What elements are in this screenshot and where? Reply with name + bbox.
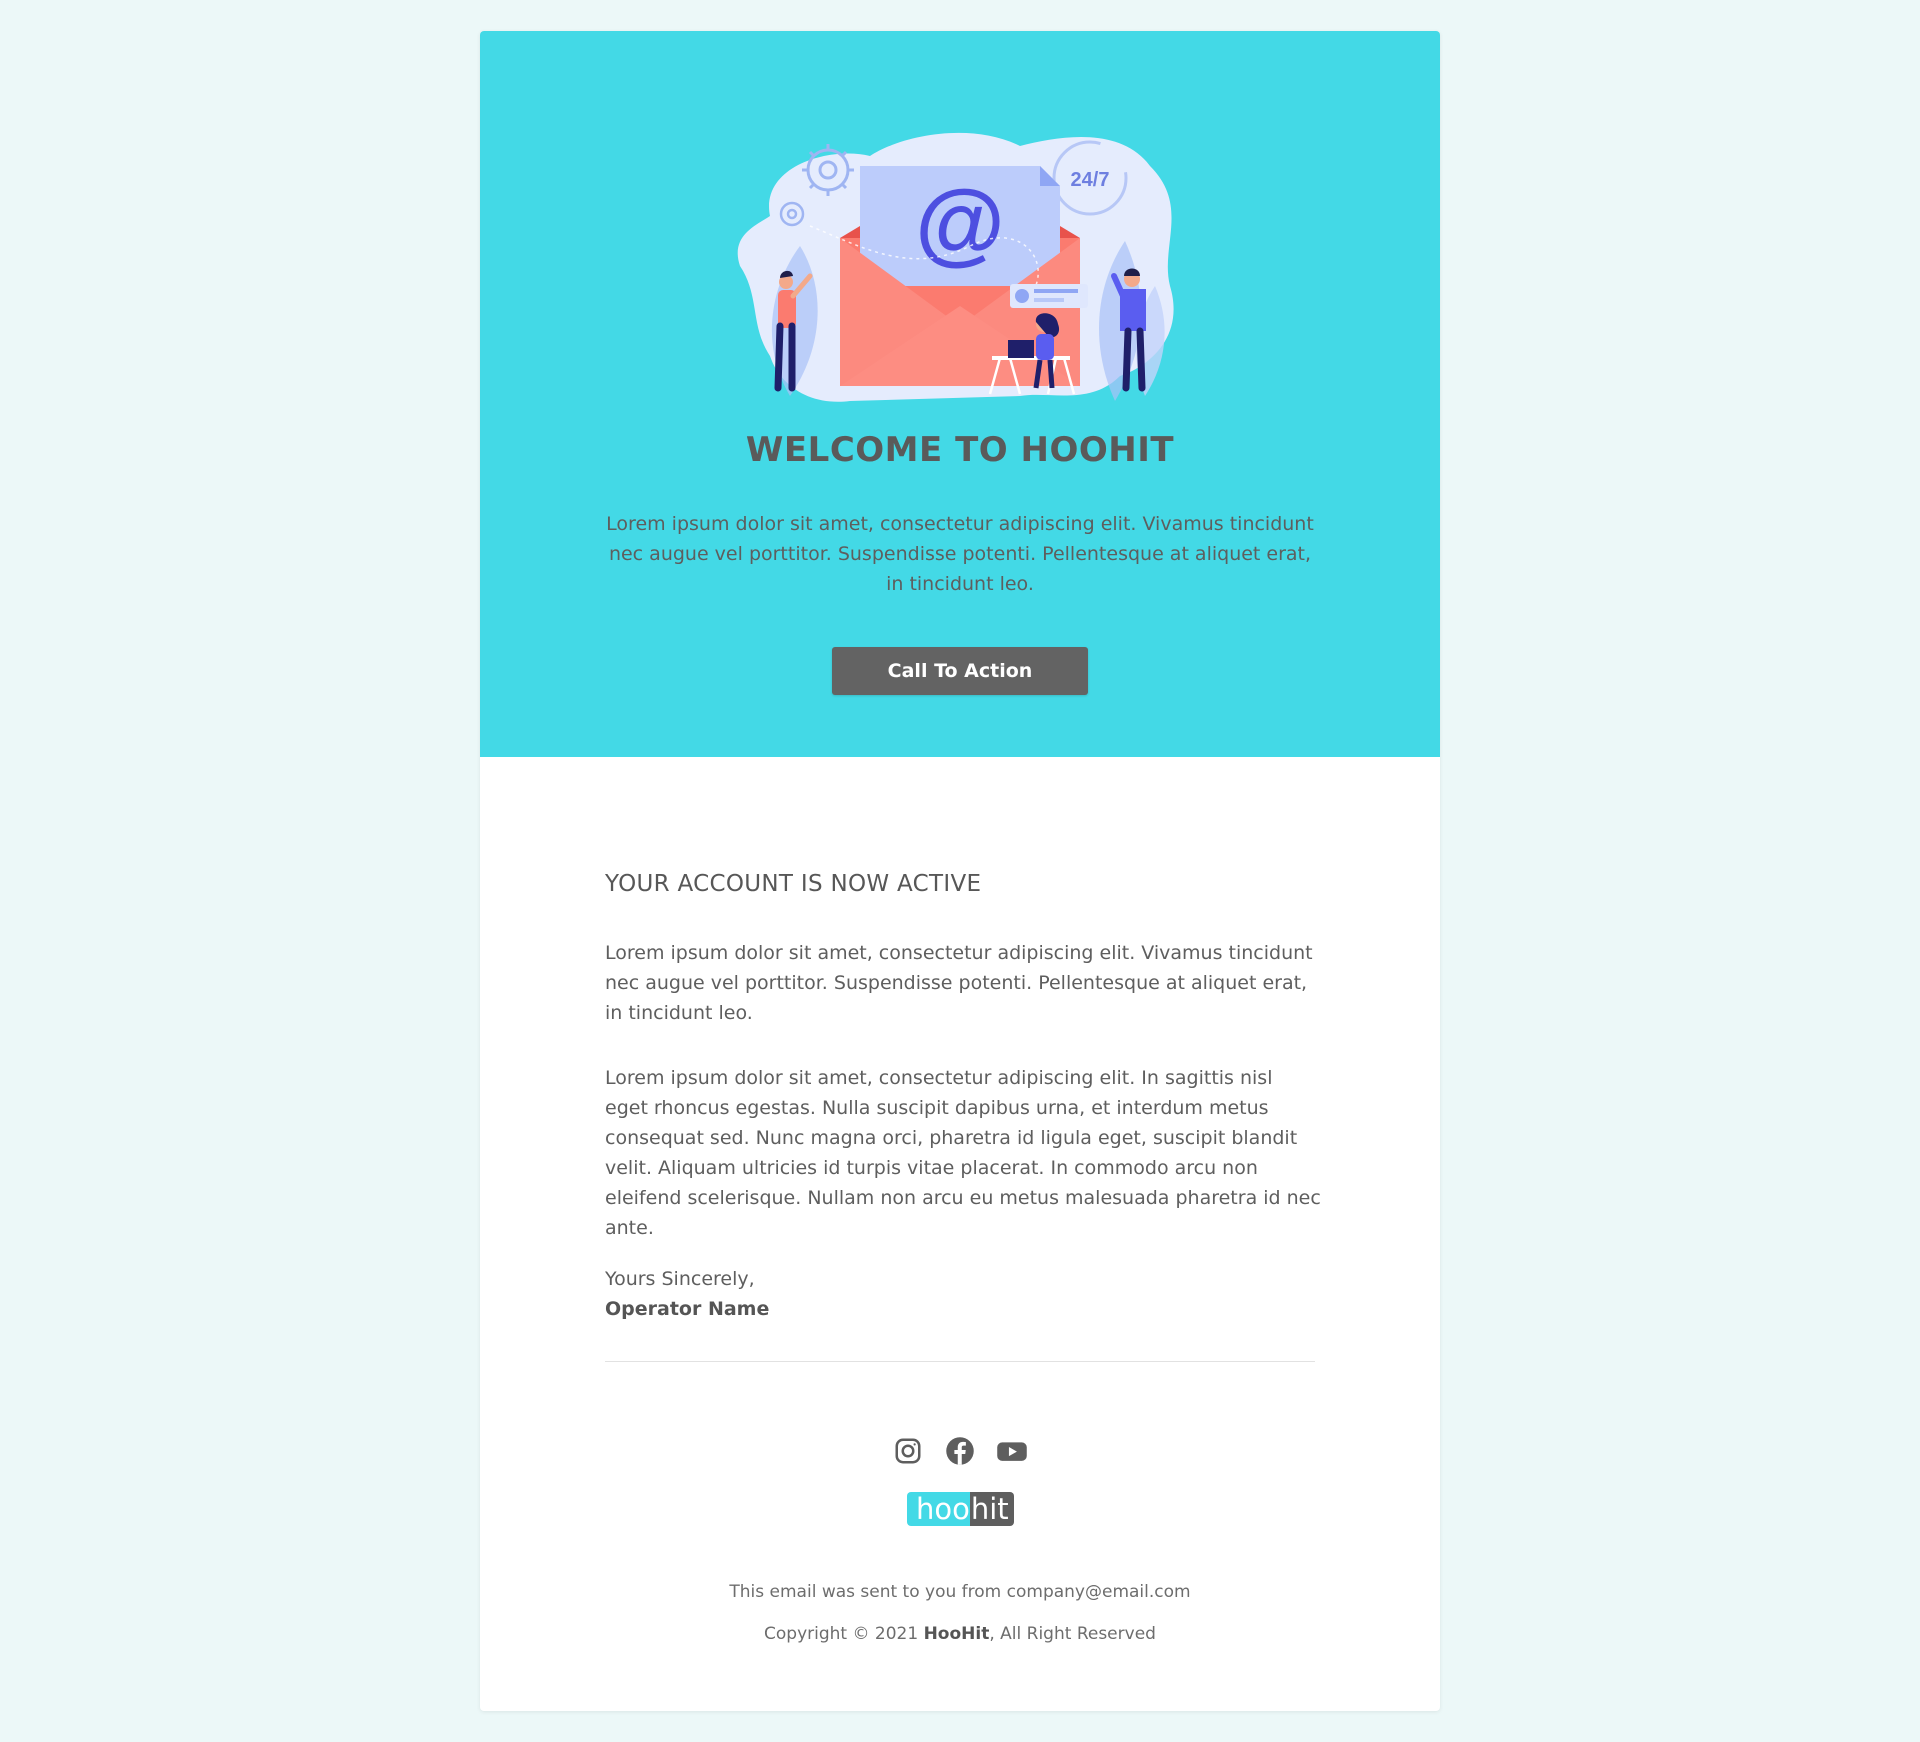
svg-text:24/7: 24/7 <box>1071 169 1110 191</box>
welcome-title: WELCOME TO HOOHIT <box>745 430 1175 470</box>
logo-part-hit: hit <box>969 1492 1014 1526</box>
hoohit-logo: hoo hit <box>907 1492 1014 1526</box>
instagram-icon <box>895 1438 921 1464</box>
footer-divider <box>605 1361 1315 1362</box>
social-links <box>480 1435 1440 1467</box>
instagram-link[interactable] <box>892 1435 924 1467</box>
logo-part-hoo: hoo <box>907 1492 970 1526</box>
copyright-prefix: Copyright © 2021 <box>764 1624 924 1644</box>
email-card: 24/7 @ WELCOME TO HOOHIT Lorem ipsum dol… <box>480 31 1440 1711</box>
body-paragraph-2: Lorem ipsum dolor sit amet, consectetur … <box>605 1067 1321 1239</box>
body-paragraph-1: Lorem ipsum dolor sit amet, consectetur … <box>605 942 1313 1024</box>
closing-line: Yours Sincerely, <box>605 1268 755 1290</box>
youtube-link[interactable] <box>996 1435 1028 1467</box>
svg-text:@: @ <box>915 172 1005 274</box>
copyright-text: Copyright © 2021 HooHit, All Right Reser… <box>480 1621 1440 1647</box>
welcome-text: Lorem ipsum dolor sit amet, consectetur … <box>606 513 1314 595</box>
facebook-link[interactable] <box>944 1435 976 1467</box>
account-active-title: YOUR ACCOUNT IS NOW ACTIVE <box>605 871 982 897</box>
copyright-brand: HooHit <box>923 1624 990 1644</box>
call-to-action-button[interactable]: Call To Action <box>832 647 1088 695</box>
operator-name: Operator Name <box>605 1298 770 1320</box>
hero-banner: 24/7 @ WELCOME TO HOOHIT Lorem ipsum dol… <box>480 31 1440 757</box>
email-illustration: 24/7 @ <box>737 132 1174 402</box>
copyright-suffix: , All Right Reserved <box>989 1624 1156 1644</box>
sent-from-text: This email was sent to you from company@… <box>729 1582 1191 1602</box>
facebook-icon <box>946 1437 974 1465</box>
youtube-icon <box>997 1442 1027 1461</box>
